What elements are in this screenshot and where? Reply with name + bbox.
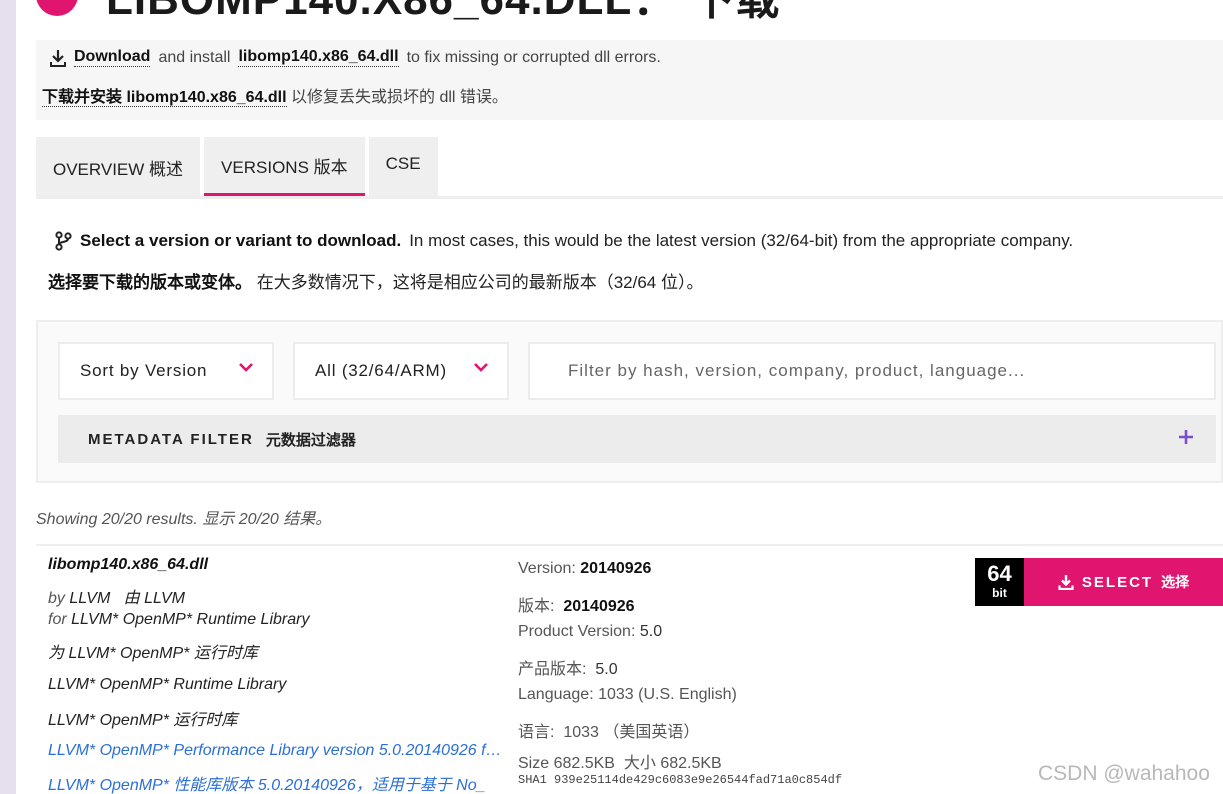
- download-link-cn[interactable]: 下载并安装 libomp140.x86_64.dll: [42, 89, 287, 107]
- results-divider: [36, 544, 1223, 546]
- result-details-link-cn[interactable]: LLVM* OpenMP* 性能库版本 5.0.20140926，适用于基于 N…: [48, 771, 508, 794]
- product-version-row-cn: 产品版本: 5.0: [518, 655, 618, 679]
- sha1-label: SHA1: [518, 773, 547, 787]
- select-button[interactable]: SELECT 选择: [1024, 558, 1223, 606]
- branch-icon: [55, 231, 72, 251]
- language-label: Language:: [518, 686, 594, 703]
- tabs-divider: [36, 196, 1223, 199]
- language-row-cn: 语言: 1033 （美国英语）: [518, 718, 699, 742]
- chevron-down-icon: [239, 363, 253, 372]
- sha1-row: SHA1 939e25114de429c6083e9e26544fad71a0c…: [518, 773, 842, 787]
- download-icon: [50, 49, 66, 67]
- tab-cse[interactable]: CSE: [368, 137, 438, 196]
- result-description-cn: LLVM* OpenMP* 运行时库: [48, 712, 238, 729]
- download-banner: Download and install libomp140.x86_64.dl…: [36, 40, 1223, 120]
- tab-bar: OVERVIEW 概述 VERSIONS 版本 CSE: [36, 137, 438, 197]
- metadata-filter-toggle[interactable]: METADATA FILTER 元数据过滤器: [58, 415, 1216, 463]
- plus-icon[interactable]: [1178, 429, 1194, 445]
- bitness-unit: bit: [992, 586, 1007, 600]
- language-row: Language: 1033 (U.S. English): [518, 686, 737, 704]
- bitness-badge: 64 bit: [975, 558, 1024, 606]
- company-name-cn: 由 LLVM: [123, 590, 185, 607]
- product-version-value-cn: 5.0: [595, 661, 618, 678]
- language-value: 1033 (U.S. English): [598, 686, 737, 703]
- company-name: LLVM: [69, 590, 111, 607]
- sort-dropdown-label: Sort by Version: [80, 361, 208, 380]
- site-logo[interactable]: [36, 0, 78, 16]
- version-value: 20140926: [580, 560, 652, 577]
- language-value-cn: 1033 （美国英语）: [563, 724, 700, 741]
- result-product: for LLVM* OpenMP* Runtime Library: [48, 611, 309, 629]
- size-value: 682.5KB: [553, 755, 615, 772]
- chevron-down-icon: [474, 363, 488, 372]
- left-edge-bar: [0, 0, 16, 794]
- for-prefix: for: [48, 611, 67, 628]
- tab-versions[interactable]: VERSIONS 版本: [204, 137, 365, 196]
- product-name: LLVM* OpenMP* Runtime Library: [71, 611, 310, 628]
- watermark: CSDN @wahahoo: [1038, 762, 1210, 785]
- result-company: by LLVM 由 LLVM: [48, 584, 185, 608]
- page-header: LIBOMP140.X86_64.DLL： 下载: [36, 0, 780, 24]
- version-row: Version: 20140926: [518, 560, 651, 578]
- by-prefix: by: [48, 590, 65, 607]
- select-info-bold-cn: 选择要下载的版本或变体。: [48, 273, 252, 292]
- page-title: LIBOMP140.X86_64.DLL： 下载: [106, 0, 780, 27]
- product-version-label-cn: 产品版本:: [518, 661, 587, 678]
- filter-panel: Sort by Version All (32/64/ARM) METADATA…: [36, 320, 1223, 483]
- tab-overview[interactable]: OVERVIEW 概述: [36, 137, 201, 197]
- select-info-en: Select a version or variant to download.…: [54, 231, 1073, 251]
- language-label-cn: 语言:: [518, 724, 555, 741]
- version-value-cn: 20140926: [563, 598, 635, 615]
- architecture-dropdown[interactable]: All (32/64/ARM): [293, 342, 509, 400]
- dll-filename-cn: libomp140.x86_64.dll: [126, 89, 287, 106]
- version-label-cn: 版本:: [518, 598, 555, 615]
- result-details-link[interactable]: LLVM* OpenMP* Performance Library versio…: [48, 742, 508, 760]
- size-label-cn: 大小: [623, 755, 656, 772]
- sha1-value: 939e25114de429c6083e9e26544fad71a0c854df: [554, 773, 843, 787]
- metadata-filter-label-cn: 元数据过滤器: [265, 431, 356, 449]
- filter-search-box: [528, 342, 1216, 400]
- size-value-cn: 682.5KB: [660, 755, 722, 772]
- select-info-cn: 选择要下载的版本或变体。 在大多数情况下，这将是相应公司的最新版本（32/64 …: [48, 268, 704, 293]
- product-version-row: Product Version: 5.0: [518, 623, 662, 641]
- select-info-rest: In most cases, this would be the latest …: [409, 231, 1074, 250]
- download-link[interactable]: Download: [74, 48, 151, 67]
- version-row-cn: 版本: 20140926: [518, 592, 635, 616]
- select-info-rest-cn: 在大多数情况下，这将是相应公司的最新版本（32/64 位）。: [252, 273, 704, 292]
- download-label-cn: 下载并安装: [42, 89, 123, 106]
- select-info-bold: Select a version or variant to download.: [80, 231, 402, 250]
- architecture-dropdown-label: All (32/64/ARM): [315, 361, 447, 380]
- result-product-cn: 为 LLVM* OpenMP* 运行时库: [48, 645, 258, 662]
- product-version-label: Product Version:: [518, 623, 636, 640]
- fix-text-cn: 以修复丢失或损坏的 dll 错误。: [291, 89, 508, 106]
- sort-dropdown[interactable]: Sort by Version: [58, 342, 274, 400]
- result-filename: libomp140.x86_64.dll: [48, 556, 209, 573]
- metadata-filter-label: METADATA FILTER: [88, 430, 254, 448]
- filter-search-input[interactable]: [530, 344, 1214, 398]
- bitness-number: 64: [987, 561, 1012, 586]
- results-count: Showing 20/20 results. 显示 20/20 结果。: [36, 511, 332, 528]
- select-button-label: SELECT: [1081, 573, 1154, 591]
- size-label: Size: [518, 755, 550, 772]
- and-install-text: and install: [158, 48, 231, 66]
- result-description: LLVM* OpenMP* Runtime Library: [48, 676, 287, 693]
- select-button-label-cn: 选择: [1161, 574, 1190, 590]
- product-version-value: 5.0: [639, 623, 663, 640]
- fix-text: to fix missing or corrupted dll errors.: [406, 48, 661, 66]
- version-label: Version:: [518, 560, 576, 577]
- size-row: Size 682.5KB 大小 682.5KB: [518, 749, 722, 773]
- dll-filename-link[interactable]: libomp140.x86_64.dll: [238, 48, 399, 67]
- download-line-en: Download and install libomp140.x86_64.dl…: [50, 48, 661, 67]
- download-line-cn: 下载并安装 libomp140.x86_64.dll 以修复丢失或损坏的 dll…: [42, 83, 508, 107]
- download-icon: [1058, 575, 1074, 590]
